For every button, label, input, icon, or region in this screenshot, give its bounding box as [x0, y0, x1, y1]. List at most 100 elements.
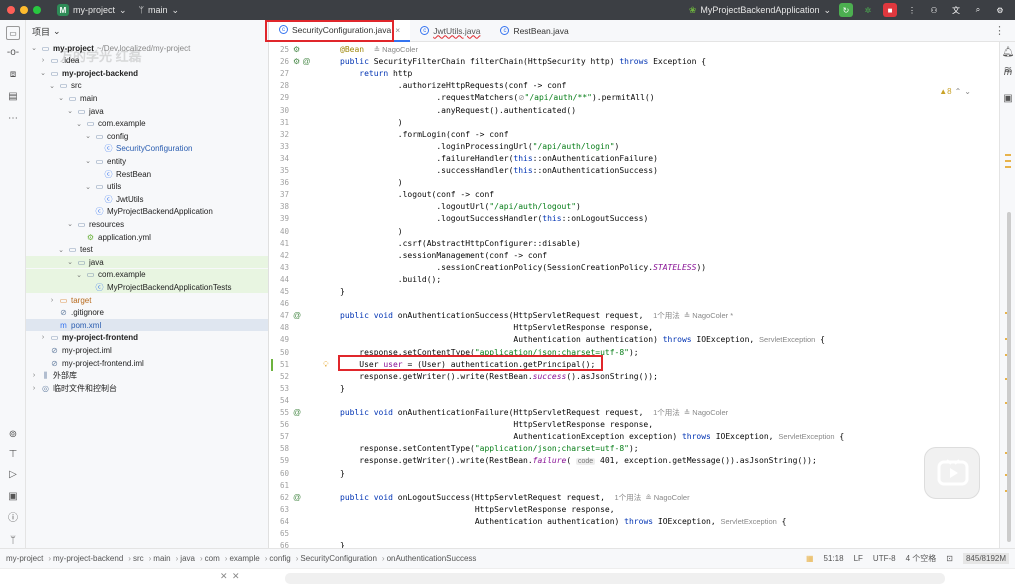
- build-icon[interactable]: ⊤: [6, 448, 20, 462]
- tab-jwtutils[interactable]: c JwtUtils.java: [410, 20, 490, 42]
- code-line[interactable]: HttpServletResponse response,: [340, 419, 999, 431]
- tree-item[interactable]: ⌄ ▭ java: [26, 105, 268, 117]
- debug-icon[interactable]: ✲: [861, 3, 875, 17]
- tree-item[interactable]: ⌄ ▭ com.example: [26, 118, 268, 130]
- tree-item[interactable]: ⌄ ▭ main: [26, 92, 268, 104]
- project-tool-icon[interactable]: ▭: [6, 26, 20, 40]
- code-line[interactable]: ): [340, 117, 999, 129]
- code-line[interactable]: HttpServletResponse response,: [340, 322, 999, 334]
- close-tab-icon[interactable]: ×: [395, 25, 400, 35]
- code-line[interactable]: return http: [340, 68, 999, 80]
- code-line[interactable]: .successHandler(this::onAuthenticationSu…: [340, 165, 999, 177]
- tree-item[interactable]: ⌄ ▭ java: [26, 256, 268, 269]
- tree-item[interactable]: ⌄ ▭ my-project-backend: [26, 67, 268, 79]
- search-icon[interactable]: ⌕: [971, 3, 985, 17]
- expand-arrow-icon[interactable]: ›: [48, 297, 56, 304]
- close-window-button[interactable]: [7, 6, 15, 14]
- rerun-icon[interactable]: ↻: [839, 3, 853, 17]
- tree-item[interactable]: ⓒ MyProjectBackendApplication: [26, 206, 268, 218]
- lightbulb-icon[interactable]: 💡︎: [323, 359, 329, 371]
- maximize-window-button[interactable]: [33, 6, 41, 14]
- tree-item[interactable]: ⓒ MyProjectBackendApplicationTests: [26, 281, 268, 294]
- minimize-window-button[interactable]: [20, 6, 28, 14]
- expand-arrow-icon[interactable]: ⌄: [30, 44, 38, 52]
- code-line[interactable]: public void onAuthenticationSuccess(Http…: [340, 310, 999, 322]
- code-line[interactable]: Authentication authentication) throws IO…: [340, 516, 999, 528]
- file-encoding[interactable]: UTF-8: [873, 554, 896, 563]
- gutter-marker-icon[interactable]: @: [293, 407, 301, 419]
- code-line[interactable]: @Bean ≗ NagoColer: [340, 44, 999, 56]
- expand-arrow-icon[interactable]: ›: [30, 385, 38, 392]
- code-line[interactable]: .requestMatchers(⊘"/api/auth/**").permit…: [340, 92, 999, 104]
- translate-icon[interactable]: 文: [949, 3, 963, 17]
- git-icon[interactable]: ᛘ: [6, 534, 20, 548]
- tree-item[interactable]: ⊘ my-project.iml: [26, 344, 268, 356]
- bookmarks-icon[interactable]: ▤: [6, 90, 20, 104]
- tree-item[interactable]: › ◎ 临时文件和控制台: [26, 382, 268, 394]
- gutter-marker-icon[interactable]: @: [293, 492, 301, 504]
- code-line[interactable]: .authorizeHttpRequests(conf -> conf: [340, 80, 999, 92]
- code-line[interactable]: }: [340, 286, 999, 298]
- tree-item[interactable]: ⚙ application.yml: [26, 231, 268, 243]
- memory-indicator[interactable]: 845/8192M: [962, 553, 1009, 564]
- commit-icon[interactable]: -o-: [6, 46, 20, 60]
- code-line[interactable]: .logoutUrl("/api/auth/logout"): [340, 201, 999, 213]
- code-line[interactable]: HttpServletResponse response,: [340, 504, 999, 516]
- tree-item[interactable]: ⓒ SecurityConfiguration: [26, 143, 268, 155]
- services-icon[interactable]: ⊚: [6, 428, 20, 442]
- breadcrumb-item[interactable]: onAuthenticationSuccess: [387, 554, 477, 563]
- expand-arrow-icon[interactable]: ⌄: [57, 94, 65, 102]
- expand-arrow-icon[interactable]: ⌄: [75, 271, 83, 279]
- code-line[interactable]: ): [340, 177, 999, 189]
- maven-icon[interactable]: m: [1001, 66, 1015, 80]
- tree-item[interactable]: › ▭ .idea: [26, 55, 268, 67]
- expand-arrow-icon[interactable]: ⌄: [39, 69, 47, 77]
- code-line[interactable]: response.setContentType("application/jso…: [340, 443, 999, 455]
- code-line[interactable]: public void onLogoutSuccess(HttpServletR…: [340, 492, 999, 504]
- problems-icon[interactable]: ⓘ: [6, 512, 20, 526]
- code-line[interactable]: [340, 480, 999, 492]
- tree-item[interactable]: m pom.xml: [26, 319, 268, 332]
- code-line[interactable]: .anyRequest().authenticated(): [340, 105, 999, 117]
- expand-arrow-icon[interactable]: ⌄: [84, 183, 92, 191]
- branch-selector[interactable]: ᛘ main ⌄: [139, 5, 179, 16]
- inspection-widget[interactable]: ▲8 ⌃ ⌄: [939, 87, 971, 96]
- code-line[interactable]: .failureHandler(this::onAuthenticationFa…: [340, 153, 999, 165]
- tree-item[interactable]: ⌄ ▭ my-project ~/Dev.localized/my-project: [26, 42, 268, 54]
- code-line[interactable]: }: [340, 383, 999, 395]
- tab-restbean[interactable]: c RestBean.java: [490, 20, 578, 42]
- code-line[interactable]: ): [340, 226, 999, 238]
- lock-icon[interactable]: ⊡: [946, 554, 953, 563]
- code-line[interactable]: .sessionManagement(conf -> conf: [340, 250, 999, 262]
- close-icon[interactable]: ✕: [232, 571, 240, 582]
- expand-arrow-icon[interactable]: ⌄: [66, 258, 74, 266]
- expand-arrow-icon[interactable]: ⌄: [75, 120, 83, 128]
- gutter-marker-icon[interactable]: ⚙ @: [293, 56, 311, 68]
- close-icon[interactable]: ✕: [220, 571, 228, 582]
- code-line[interactable]: response.getWriter().write(RestBean.succ…: [340, 371, 999, 383]
- breadcrumb-item[interactable]: my-project: [6, 554, 43, 563]
- terminal-icon[interactable]: ▣: [6, 490, 20, 504]
- tree-item[interactable]: ⓒ RestBean: [26, 168, 268, 180]
- expand-arrow-icon[interactable]: ⌄: [84, 132, 92, 140]
- code-line[interactable]: }: [340, 540, 999, 548]
- code-line[interactable]: .formLogin(conf -> conf: [340, 129, 999, 141]
- structure-icon[interactable]: ⧈: [6, 68, 20, 82]
- chevron-down-icon[interactable]: ⌄: [53, 26, 61, 37]
- code-line[interactable]: .csrf(AbstractHttpConfigurer::disable): [340, 238, 999, 250]
- tree-item[interactable]: ⌄ ▭ resources: [26, 218, 268, 230]
- tree-item[interactable]: › ⫼ 外部库: [26, 370, 268, 382]
- more-tabs-icon[interactable]: ⋮: [994, 24, 1005, 37]
- tree-item[interactable]: ⌄ ▭ src: [26, 80, 268, 92]
- code-line[interactable]: .build();: [340, 274, 999, 286]
- settings-icon[interactable]: ⚙: [993, 3, 1007, 17]
- run-icon[interactable]: ▷: [6, 468, 20, 482]
- breadcrumb-item[interactable]: main: [153, 554, 170, 563]
- expand-arrow-icon[interactable]: ⌄: [66, 107, 74, 115]
- breadcrumb-item[interactable]: src: [133, 554, 144, 563]
- scrollbar-thumb[interactable]: [1007, 212, 1011, 542]
- code-line[interactable]: [340, 528, 999, 540]
- code-line[interactable]: AuthenticationException exception) throw…: [340, 431, 999, 443]
- breadcrumb-item[interactable]: config: [269, 554, 290, 563]
- tree-item[interactable]: ⊘ my-project-frontend.iml: [26, 357, 268, 369]
